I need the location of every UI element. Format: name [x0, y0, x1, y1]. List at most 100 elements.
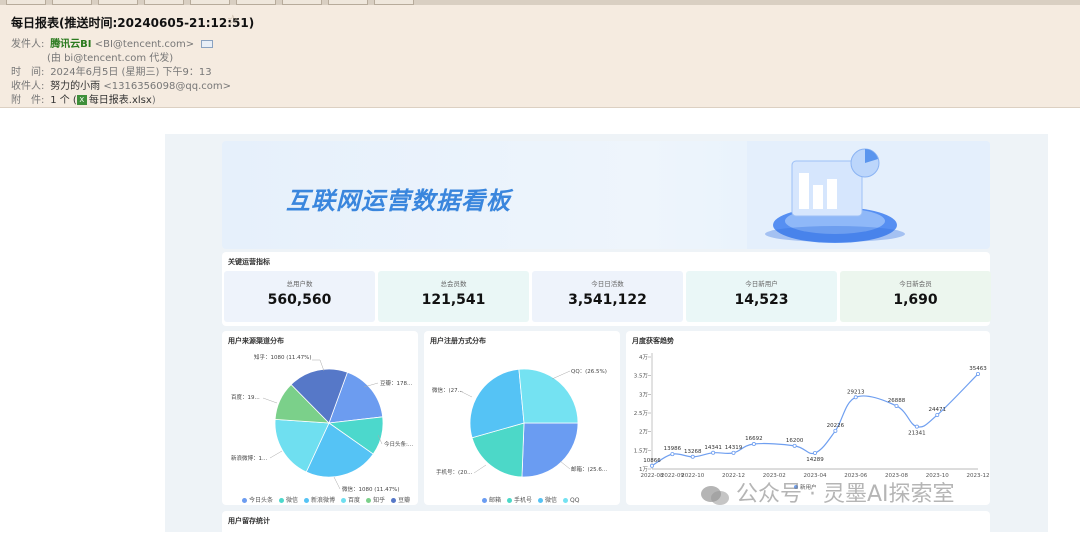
dashboard-title: 互联网运营数据看板: [286, 187, 511, 215]
legend-label: 新浪微博: [311, 497, 336, 504]
register-method-legend: 邮箱 手机号 微信 QQ: [482, 495, 586, 504]
y-tick-label: 2万: [639, 429, 648, 436]
data-point[interactable]: [649, 463, 654, 468]
label-leader-line: [262, 397, 278, 404]
legend-item[interactable]: 手机号: [507, 497, 532, 504]
data-point[interactable]: [812, 450, 817, 455]
pie-slice[interactable]: [518, 368, 579, 424]
slice-label: 百度：19...: [231, 393, 260, 401]
attachment-close-paren: ): [151, 95, 156, 106]
data-point[interactable]: [731, 450, 736, 455]
attachment-label: 附 件:: [11, 95, 45, 106]
register-method-pie-chart: QQ：(26.5%) 微信：(27... 邮箱：(25.6... 手机号：(20...: [432, 368, 607, 478]
label-leader-line: [559, 460, 571, 470]
source-channel-legend: 今日头条 微信 新浪微博 百度 知乎 豆瓣: [242, 495, 416, 504]
legend-item[interactable]: 新浪微博: [304, 497, 335, 504]
slice-label: 今日头条:...: [384, 440, 413, 448]
email-header: 每日报表(推送时间:20240605-21:12:51) ☆ 发件人: 腾讯云B…: [0, 5, 1080, 108]
watermark: 公众号 · 灵墨AI探索室: [700, 476, 955, 508]
y-tick-label: 3.5万: [634, 373, 649, 380]
data-point[interactable]: [711, 450, 716, 455]
y-tick-label: 1万: [639, 466, 648, 473]
retention-title: 用户留存统计: [228, 517, 270, 525]
legend-dot-icon: [279, 498, 285, 503]
data-point[interactable]: [975, 371, 980, 376]
recipient-row: 收件人: 努力的小雨 <1316356098@qq.com>: [11, 77, 231, 92]
legend-item[interactable]: 邮箱: [482, 497, 501, 504]
legend-item[interactable]: 微信: [279, 497, 298, 504]
y-tick-label: 1.5万: [634, 447, 649, 454]
kpi-value: 560,560: [267, 292, 332, 308]
legend-label: QQ: [570, 497, 580, 504]
wechat-logo-icon: [701, 486, 729, 505]
slice-label: 知乎：1080 (11.47%): [254, 353, 312, 361]
legend-dot-icon: [482, 498, 487, 503]
legend-label: 豆瓣: [398, 497, 411, 504]
source-channel-pie-chart: 知乎：1080 (11.47%) 豆瓣：178... 百度：19... 今日头条:..…: [231, 353, 413, 493]
data-label: 16200: [786, 438, 804, 444]
sender-label: 发件人:: [11, 39, 45, 50]
legend-dot-icon: [563, 498, 569, 503]
kpi-total-users: 总用户数 560,560: [224, 271, 375, 322]
data-label: 14319: [725, 445, 743, 451]
legend-label: 今日头条: [249, 497, 274, 504]
data-point[interactable]: [914, 424, 919, 429]
excel-file-icon: X: [76, 95, 87, 105]
kpi-new-users: 今日新用户 14,523: [686, 271, 837, 322]
data-label: 10866: [643, 458, 661, 464]
data-point[interactable]: [792, 443, 797, 448]
data-point[interactable]: [751, 442, 756, 447]
data-point[interactable]: [690, 454, 695, 459]
data-point[interactable]: [894, 403, 899, 408]
kpi-value: 14,523: [734, 292, 789, 308]
legend-label: 邮箱: [489, 497, 502, 504]
legend-dot-icon: [304, 498, 310, 503]
source-channel-card: 用户来源渠道分布 知乎：1080 (11.47%) 豆瓣：178... 百度：19.…: [222, 331, 418, 505]
legend-item[interactable]: 知乎: [366, 497, 385, 504]
proxy-row: (由 bi@tencent.com 代发): [47, 49, 173, 64]
data-label: 24471: [929, 407, 947, 413]
data-point[interactable]: [670, 452, 675, 457]
data-label: 29213: [847, 389, 865, 395]
legend-item[interactable]: QQ: [563, 497, 580, 504]
slice-label: 微信：(27...: [432, 386, 463, 394]
register-method-card: 用户注册方式分布 QQ：(26.5%) 微信：(27... 邮箱：(25.6... 手…: [424, 331, 620, 505]
label-leader-line: [551, 370, 571, 380]
y-tick-label: 4万: [639, 354, 648, 361]
kpi-card: 关键运营指标 总用户数 560,560 总会员数 121,541 今日日活数 3…: [222, 252, 991, 326]
legend-label: 微信: [545, 497, 558, 504]
dashboard-illustration-icon: [747, 141, 990, 249]
legend-item[interactable]: 今日头条: [242, 497, 273, 504]
data-point[interactable]: [935, 412, 940, 417]
slice-label: 手机号：(20...: [436, 468, 473, 476]
kpi-value: 121,541: [421, 292, 486, 308]
data-label: 13268: [684, 449, 702, 455]
attachment-count: 1 个 (: [50, 95, 77, 106]
contact-card-icon[interactable]: [201, 40, 214, 48]
data-label: 16692: [745, 436, 763, 442]
legend-dot-icon: [507, 498, 513, 503]
attachment-file-link[interactable]: 每日报表.xlsx: [89, 95, 152, 106]
slice-label: 微信：1080 (11.47%): [342, 485, 400, 493]
kpi-label: 总会员数: [440, 280, 467, 288]
watermark-text: 公众号 · 灵墨AI探索室: [736, 482, 955, 507]
sender-row: 发件人: 腾讯云BI <BI@tencent.com>: [11, 35, 214, 50]
legend-dot-icon: [341, 498, 347, 503]
recipient-label: 收件人:: [11, 81, 45, 92]
legend-item[interactable]: 豆瓣: [391, 497, 410, 504]
y-tick-label: 3万: [639, 391, 648, 398]
legend-label: 手机号: [514, 497, 533, 504]
legend-item[interactable]: 微信: [538, 497, 557, 504]
slice-label: QQ：(26.5%): [571, 369, 607, 375]
data-point[interactable]: [853, 395, 858, 400]
kpi-value: 1,690: [893, 292, 938, 308]
kpi-label: 今日新用户: [745, 280, 778, 288]
data-label: 21341: [908, 431, 926, 437]
attachment-row: 附 件: 1 个 (X 每日报表.xlsx): [11, 91, 156, 106]
star-icon[interactable]: ☆: [227, 13, 239, 28]
data-point[interactable]: [833, 428, 838, 433]
legend-item[interactable]: 百度: [341, 497, 360, 504]
slice-label: 豆瓣：178...: [380, 379, 412, 387]
legend-dot-icon: [391, 498, 397, 503]
data-label: 14341: [704, 445, 722, 451]
